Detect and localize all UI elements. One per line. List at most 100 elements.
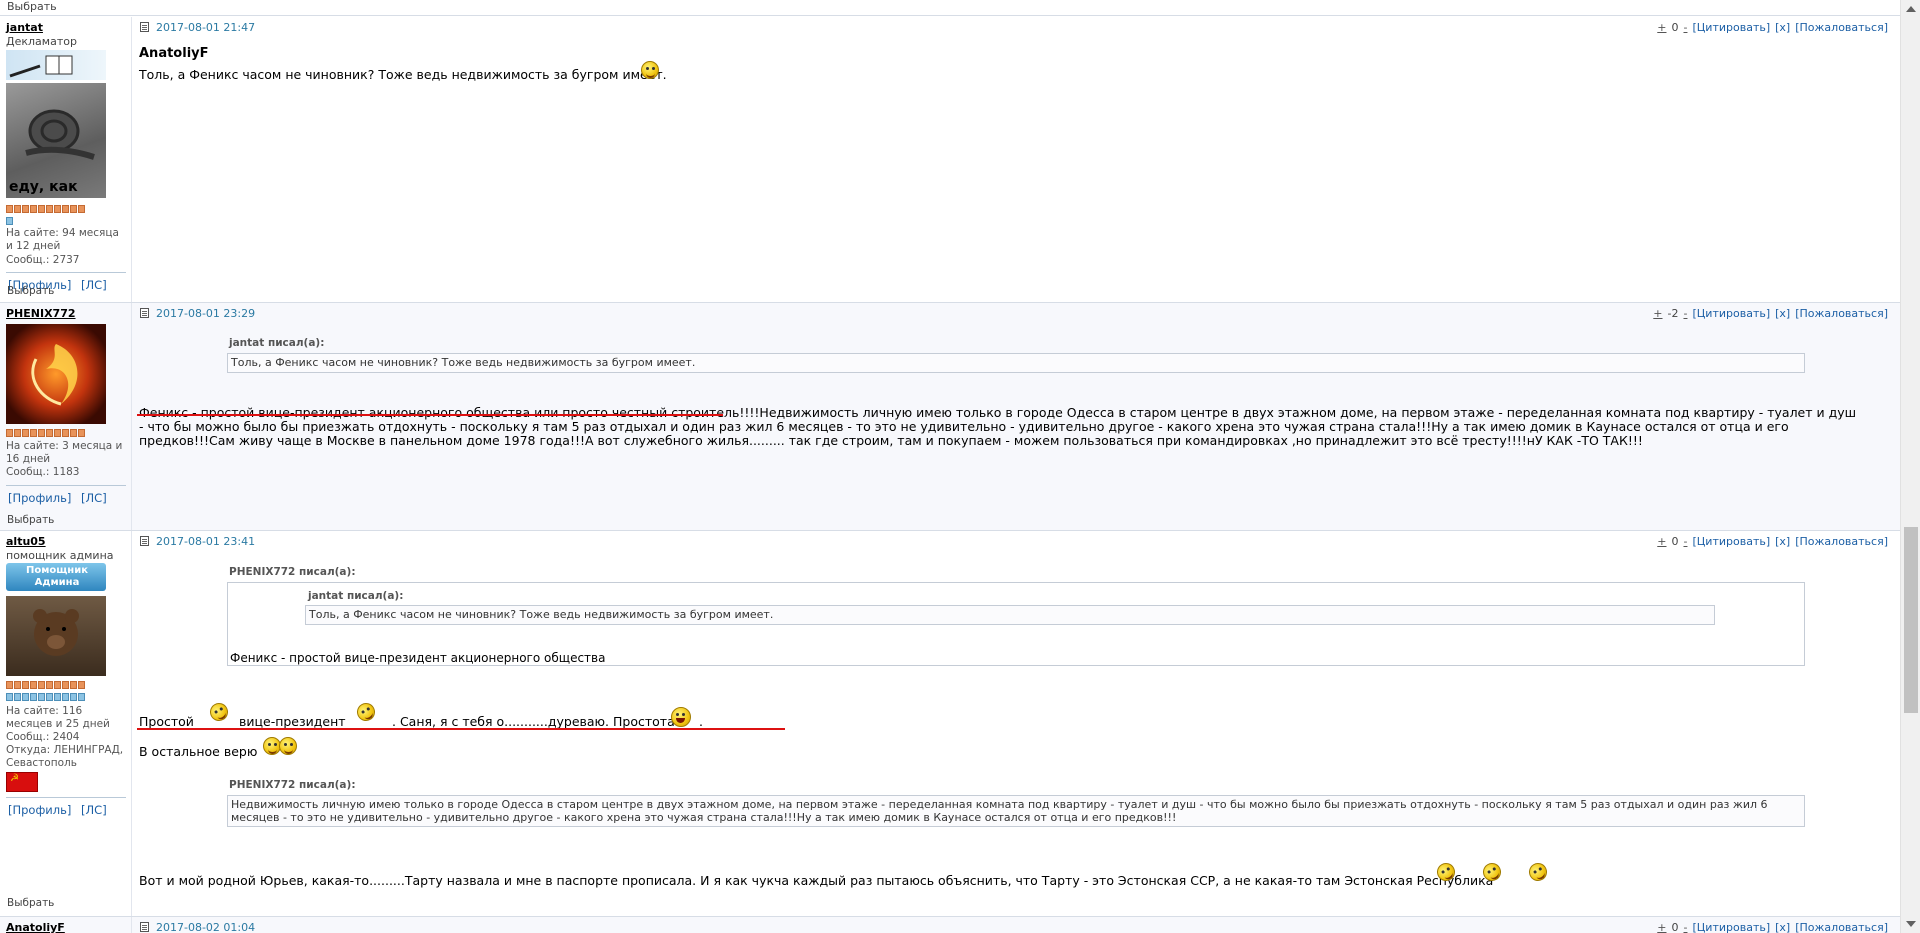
delete-button[interactable]: [x]: [1775, 535, 1790, 548]
author-panel: jantat Декламатор еду, как могу: [0, 17, 132, 302]
stat-online: На сайте: 94 месяца и 12 дней: [6, 227, 119, 252]
vote-score: 0: [1671, 535, 1679, 548]
pm-link[interactable]: [ЛС]: [81, 491, 107, 505]
delete-button[interactable]: [x]: [1775, 307, 1790, 320]
smiley-icon: [641, 61, 659, 79]
vertical-scrollbar[interactable]: [1900, 0, 1920, 933]
post-date[interactable]: 2017-08-01 23:41: [156, 535, 255, 548]
avatar: [6, 596, 106, 676]
quote-button[interactable]: [Цитировать]: [1692, 307, 1770, 320]
pm-link[interactable]: [ЛС]: [81, 803, 107, 817]
avatar-caption: еду, как могу: [9, 179, 78, 198]
laughing-smiley-icon: [1525, 859, 1551, 885]
vote-minus-button[interactable]: -: [1683, 535, 1687, 548]
post-date[interactable]: 2017-08-01 23:29: [156, 307, 255, 320]
author-name[interactable]: jantat: [6, 21, 43, 34]
rank-bar: [6, 429, 85, 437]
post-header: 2017-08-02 01:04 +0- [Цитировать] [x] [Пожа…: [138, 921, 1900, 933]
vote-plus-button[interactable]: +: [1653, 307, 1662, 320]
author-name[interactable]: PHENIX772: [6, 307, 76, 320]
author-panel: AnatoliyF: [0, 917, 132, 933]
author-panel: altu05 помощник админа Помощник Админа Н…: [0, 531, 132, 916]
stat-online: На сайте: 116 месяцев и 25 дней: [6, 705, 110, 730]
divider: [6, 272, 126, 273]
stat-messages: Сообщ.: 2737: [6, 254, 80, 266]
post-text: Феникс - простой вице-президент акционер…: [139, 405, 1857, 448]
pm-link[interactable]: [ЛС]: [81, 278, 107, 292]
profile-link[interactable]: [Профиль]: [8, 491, 71, 505]
forum-page: Выбрать jantat Декламатор еду, как могу: [0, 0, 1900, 933]
divider: [6, 485, 126, 486]
post-anatoliyf: AnatoliyF 2017-08-02 01:04 +0- [Цитироват…: [0, 917, 1900, 933]
post-altu05: altu05 помощник админа Помощник Админа Н…: [0, 531, 1900, 917]
quote-button[interactable]: [Цитировать]: [1692, 535, 1770, 548]
delete-button[interactable]: [x]: [1775, 21, 1790, 34]
vote-score: 0: [1671, 21, 1679, 34]
quote-author: jantat писал(а):: [229, 337, 325, 349]
quote-box: Толь, а Феникс часом не чиновник? Тоже в…: [227, 353, 1805, 373]
phoenix-icon: [31, 344, 78, 406]
author-name[interactable]: altu05: [6, 535, 46, 548]
nested-quote-box: Толь, а Феникс часом не чиновник? Тоже в…: [305, 605, 1715, 625]
stat-location: Откуда: ЛЕНИНГРАД, Севастополь: [6, 744, 124, 769]
post-content: 2017-08-02 01:04 +0- [Цитировать] [x] [Пожа…: [133, 917, 1900, 933]
text-fragment: вице-президент: [239, 714, 346, 729]
select-link[interactable]: Выбрать: [7, 897, 54, 909]
text-fragment: . Саня, я с тебя о...........дуреваю. Пр…: [392, 714, 675, 729]
badge-text: Помощник Админа: [25, 565, 89, 588]
document-icon: [140, 22, 149, 32]
select-link[interactable]: Выбрать: [7, 285, 54, 297]
scroll-up-icon[interactable]: [1906, 6, 1916, 12]
profile-links: [Профиль] [ЛС]: [8, 803, 113, 817]
rank-bar: [6, 681, 85, 689]
quote-author: PHENIX772 писал(а):: [229, 566, 356, 578]
nested-quote-author: jantat писал(а):: [308, 590, 404, 602]
post-actions: +0- [Цитировать] [x] [Пожаловаться]: [1652, 535, 1888, 548]
vote-minus-button[interactable]: -: [1683, 21, 1687, 34]
profile-link[interactable]: [Профиль]: [8, 803, 71, 817]
scrollbar-thumb[interactable]: [1904, 527, 1918, 713]
post-content: 2017-08-01 21:47 +0- [Цитировать] [x] [Пожа…: [133, 17, 1900, 302]
select-link[interactable]: Выбрать: [7, 0, 57, 13]
vote-minus-button[interactable]: -: [1683, 307, 1687, 320]
select-link[interactable]: Выбрать: [7, 514, 54, 526]
quote-text: Феникс - простой вице-президент акционер…: [230, 651, 606, 665]
text-fragment: .: [699, 714, 703, 729]
quote-button[interactable]: [Цитировать]: [1692, 21, 1770, 34]
document-icon: [140, 536, 149, 546]
vote-plus-button[interactable]: +: [1657, 535, 1666, 548]
vote-plus-button[interactable]: +: [1657, 921, 1666, 933]
report-button[interactable]: [Пожаловаться]: [1795, 921, 1888, 933]
post-date[interactable]: 2017-08-02 01:04: [156, 921, 255, 933]
delete-button[interactable]: [x]: [1775, 921, 1790, 933]
profile-links: [Профиль] [ЛС]: [8, 491, 113, 505]
vote-score: -2: [1667, 307, 1679, 320]
post-header: 2017-08-01 23:41 +0- [Цитировать] [x] [Пожа…: [138, 535, 1900, 549]
post-content: 2017-08-01 23:41 +0- [Цитировать] [x] [Пожа…: [133, 531, 1900, 916]
quote-box: Недвижимость личную имею только в городе…: [227, 795, 1805, 827]
quote-author: PHENIX772 писал(а):: [229, 779, 356, 791]
user-badge-image: [6, 50, 106, 80]
red-underline: [137, 728, 785, 730]
divider: [6, 797, 126, 798]
rank-bar-extra: [6, 217, 13, 225]
stat-online: На сайте: 3 месяца и 16 дней: [6, 440, 123, 465]
vote-minus-button[interactable]: -: [1683, 921, 1687, 933]
post-date[interactable]: 2017-08-01 21:47: [156, 21, 255, 34]
avatar: еду, как могу: [6, 83, 106, 198]
post-line-1: Простой вице-президент . Саня, я с тебя …: [139, 715, 839, 735]
author-name[interactable]: AnatoliyF: [6, 921, 65, 933]
report-button[interactable]: [Пожаловаться]: [1795, 535, 1888, 548]
book-pen-icon: [9, 55, 73, 78]
post-actions: + -2- [Цитировать] [x] [Пожаловаться]: [1648, 307, 1888, 320]
red-underline: [137, 414, 723, 416]
author-title: помощник админа: [6, 549, 114, 562]
stat-messages: Сообщ.: 1183: [6, 466, 80, 478]
scroll-down-icon[interactable]: [1906, 921, 1916, 927]
vote-plus-button[interactable]: +: [1657, 21, 1666, 34]
grin-smiley-icon: [671, 707, 691, 727]
report-button[interactable]: [Пожаловаться]: [1795, 21, 1888, 34]
ussr-flag-icon: [6, 772, 38, 792]
quote-button[interactable]: [Цитировать]: [1692, 921, 1770, 933]
report-button[interactable]: [Пожаловаться]: [1795, 307, 1888, 320]
